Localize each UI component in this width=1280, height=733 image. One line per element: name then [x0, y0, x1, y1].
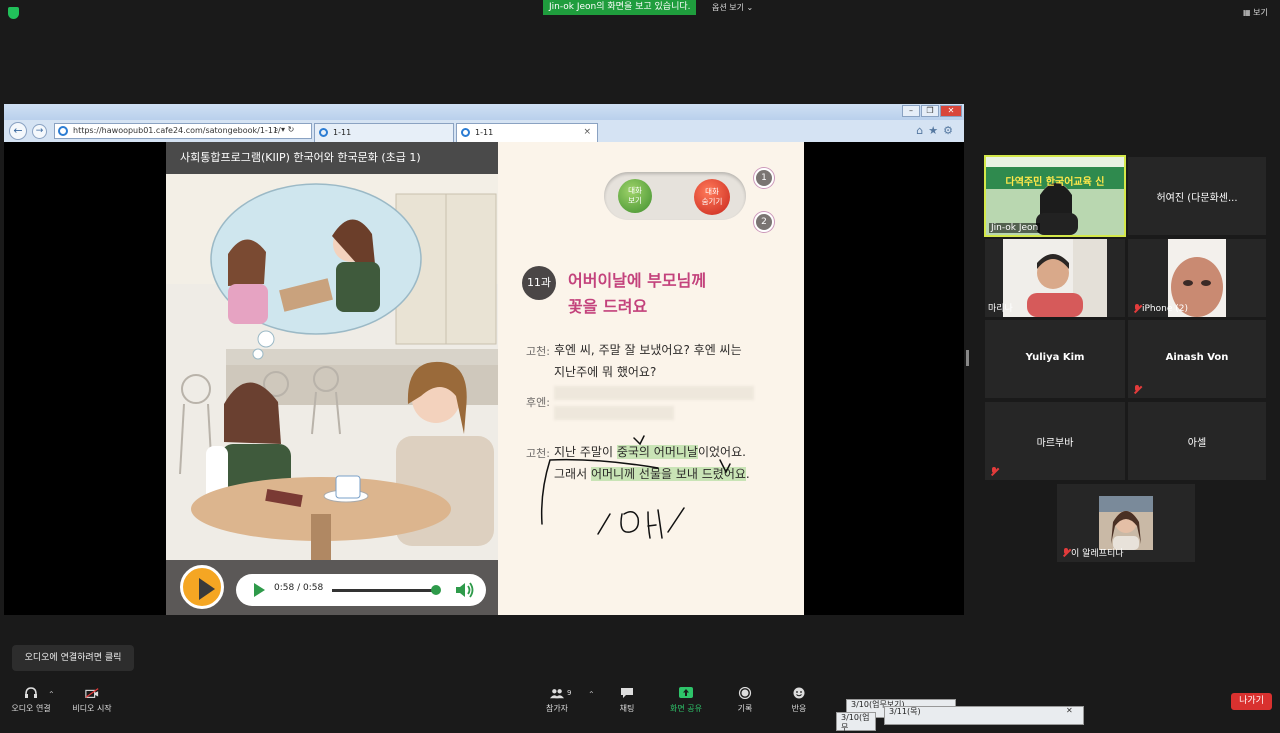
audio-player-bar: 0:58 / 0:58	[166, 560, 498, 615]
shield-icon[interactable]	[8, 7, 19, 19]
muted-mic-icon	[990, 467, 998, 476]
muted-mic-icon	[1133, 385, 1141, 394]
reactions-label: 반응	[791, 704, 807, 713]
minimize-icon[interactable]: –	[902, 105, 920, 117]
shared-screen: – ❐ ✕ ← → https://hawoopub01.cafe24.com/…	[4, 104, 964, 615]
video-banner-text: 다역주민 한국어교육 신	[1005, 177, 1105, 188]
participants-caret-icon[interactable]: ⌃	[588, 690, 595, 699]
ie-icon	[58, 126, 68, 136]
participant-tile-yuliya[interactable]: Yuliya Kim	[985, 320, 1125, 398]
participant-video	[1099, 496, 1153, 550]
volume-icon[interactable]	[454, 580, 476, 600]
muted-mic-icon	[1062, 548, 1070, 557]
start-video-label: 비디오 시작	[72, 704, 112, 713]
audio-caret-icon[interactable]: ⌃	[48, 690, 55, 699]
chat-label: 채팅	[619, 704, 635, 713]
play-icon	[199, 578, 215, 600]
pen-annotation	[540, 435, 731, 539]
audio-play-icon[interactable]	[254, 583, 265, 597]
share-banner: Jin-ok Jeon의 화면을 보고 있습니다.	[543, 0, 696, 15]
taskbar-windows: 3/10(업무보기) 3/11(목) 3/10(업무 ✕	[836, 699, 1266, 732]
tab-label: 1-11	[475, 128, 494, 137]
participant-tile-ainash[interactable]: Ainash Von	[1128, 320, 1266, 398]
close-icon[interactable]: ✕	[940, 105, 962, 117]
audio-seek-knob[interactable]	[430, 585, 441, 595]
browser-navbar: ← → https://hawoopub01.cafe24.com/satong…	[4, 120, 964, 142]
taskbar-window[interactable]: 3/11(목)	[884, 706, 1084, 725]
join-audio-label: 오디오 연결	[11, 704, 51, 713]
tab-1-11-active[interactable]: 1-11 ×	[456, 123, 598, 142]
start-video-button[interactable]: 비디오 시작	[68, 687, 116, 714]
forward-icon[interactable]: →	[32, 124, 47, 139]
participant-name: Yuliya Kim	[1025, 352, 1085, 363]
participant-tile-marbuba[interactable]: 마르부바	[985, 402, 1125, 480]
participant-name: Ainash Von	[1165, 352, 1229, 363]
participant-tile-iphone[interactable]: iPhone (2)	[1128, 239, 1266, 317]
participant-tile-alevtina[interactable]: 이 알레프티나	[1057, 484, 1195, 562]
tab-close-icon[interactable]: ×	[583, 124, 591, 141]
participant-tile-marina[interactable]: 마리나	[985, 239, 1125, 317]
participant-name: 이 알레프티나	[1071, 549, 1124, 559]
reactions-button[interactable]: 반응	[782, 687, 816, 714]
ie-icon	[319, 128, 328, 137]
audio-controls: 0:58 / 0:58	[236, 574, 486, 606]
muted-mic-icon	[1133, 304, 1141, 313]
address-text: https://hawoopub01.cafe24.com/satongeboo…	[73, 126, 281, 135]
share-screen-icon	[679, 687, 693, 698]
participant-name: 마르부바	[1036, 438, 1074, 449]
back-icon[interactable]: ←	[9, 122, 27, 140]
search-refresh-icons[interactable]: ⌕ ▾ ↻	[274, 125, 294, 135]
audio-time: 0:58 / 0:58	[274, 583, 324, 593]
tab-label: 1-11	[333, 128, 352, 137]
tab-1-11-first[interactable]: 1-11	[314, 123, 454, 142]
view-button[interactable]: ▦ 보기	[1243, 7, 1268, 18]
ie-icon	[461, 128, 470, 137]
participants-count: 9	[567, 689, 572, 697]
reactions-icon	[793, 687, 805, 699]
participant-name: iPhone (2)	[1142, 304, 1188, 314]
participant-name: 허여진 (다문화센...	[1156, 193, 1238, 204]
participant-video	[1003, 239, 1107, 317]
participant-tile-heoyeojin[interactable]: 허여진 (다문화센...	[1128, 157, 1266, 235]
record-icon	[738, 687, 752, 699]
gallery-resize-handle[interactable]	[966, 350, 969, 366]
participant-name: Jin-ok Jeon	[989, 223, 1041, 233]
record-button[interactable]: 기록	[728, 687, 762, 714]
record-label: 기록	[737, 704, 753, 713]
leave-button[interactable]: 나가기	[1231, 693, 1272, 710]
taskbar-window[interactable]: 3/10(업무	[836, 712, 876, 732]
participant-tile-asel[interactable]: 아셀	[1128, 402, 1266, 480]
options-view-button[interactable]: 옵션 보기 ⌄	[712, 2, 753, 13]
book-dialogue-page: 대화 보기 대화 숨기기 1 2 11과 어버이날에 부모님께 꽃을 드려요 고…	[498, 142, 804, 615]
participant-name: 마리나	[988, 304, 1013, 314]
audio-seek-bar[interactable]	[332, 589, 440, 592]
chat-icon	[621, 688, 633, 698]
book-illustration-page: 사회통합프로그램(KIIP) 한국어와 한국문화 (초급 1) 0:58 / 0…	[166, 142, 498, 615]
book-header: 사회통합프로그램(KIIP) 한국어와 한국문화 (초급 1)	[166, 142, 498, 174]
restore-icon[interactable]: ❐	[921, 105, 939, 117]
grid-icon: ▦	[1243, 8, 1254, 17]
browser-tool-icons[interactable]: ⌂★⚙	[916, 124, 958, 137]
audio-tooltip: 오디오에 연결하려면 클릭	[12, 645, 134, 671]
taskbar-close-icon[interactable]: ✕	[1066, 706, 1073, 715]
big-play-button[interactable]	[180, 565, 224, 609]
headphones-icon	[25, 687, 37, 698]
cafe-scene-illustration	[166, 174, 498, 560]
browser-titlebar: – ❐ ✕	[4, 104, 964, 120]
participant-name: 아셀	[1187, 438, 1207, 449]
view-label: 보기	[1253, 8, 1268, 17]
participants-label: 참가자	[545, 704, 569, 713]
participants-icon	[550, 689, 564, 699]
participant-tile-jinok[interactable]: 다역주민 한국어교육 신 Jin-ok Jeon	[984, 155, 1126, 237]
share-screen-label: 화면 공유	[670, 704, 702, 713]
video-off-icon	[85, 688, 99, 698]
share-screen-button[interactable]: 화면 공유	[664, 687, 708, 714]
chat-button[interactable]: 채팅	[610, 687, 644, 714]
